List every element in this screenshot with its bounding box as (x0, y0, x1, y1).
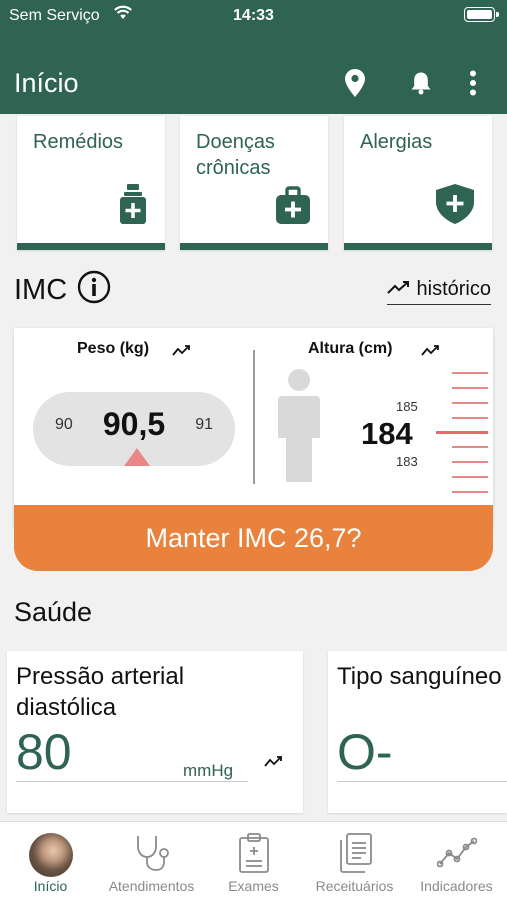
stethoscope-icon (132, 833, 172, 878)
pressao-arterial-card[interactable]: Pressão arterial diastólica 80 mmHg (7, 651, 303, 813)
ruler-tick (452, 476, 488, 478)
nav-indicadores[interactable]: Indicadores (406, 822, 507, 900)
imc-title: IMC (14, 274, 68, 306)
bell-icon[interactable] (405, 66, 437, 100)
ruler-tick (452, 446, 488, 448)
card-value: O- (337, 724, 393, 780)
card-label: Doenças crônicas (196, 131, 275, 179)
nav-label: Indicadores (420, 878, 493, 894)
historico-link[interactable]: histórico (386, 278, 491, 305)
person-silhouette-icon (276, 368, 322, 489)
page-title: Início (14, 68, 79, 98)
ruler-tick (452, 387, 488, 389)
card-label: Remédios (33, 131, 124, 153)
card-label: Alergias (360, 131, 433, 153)
imc-card: Peso (kg) 90 90,5 91 Altura (cm) 185 184… (14, 328, 493, 528)
pressao-trend-icon[interactable] (264, 755, 282, 773)
first-aid-kit-icon (276, 186, 310, 229)
location-pin-icon[interactable] (339, 66, 371, 100)
clipboard-icon (238, 832, 270, 878)
nav-receituarios[interactable]: Receituários (304, 822, 405, 900)
nav-atendimentos[interactable]: Atendimentos (101, 822, 202, 900)
divider (253, 350, 255, 484)
medicine-bottle-icon (119, 184, 147, 229)
info-icon[interactable] (77, 270, 111, 309)
nav-inicio[interactable]: Início (0, 822, 101, 900)
altura-next-value: 183 (396, 454, 418, 469)
ruler-tick (452, 372, 488, 374)
altura-value: 184 (361, 416, 413, 451)
peso-trend-icon[interactable] (172, 344, 190, 362)
doencas-cronicas-card[interactable]: Doenças crônicas (180, 116, 328, 250)
card-title: Pressão arterial diastólica (16, 663, 185, 721)
tipo-sanguineo-card[interactable]: Tipo sanguíneo O- (328, 651, 507, 813)
ruler-marker (436, 431, 488, 434)
altura-prev-value: 185 (396, 399, 418, 414)
battery-icon (464, 7, 499, 22)
peso-marker (124, 448, 150, 466)
documents-icon (337, 832, 373, 878)
line-chart-icon (436, 837, 477, 874)
manter-imc-button[interactable]: Manter IMC 26,7? (14, 505, 493, 571)
trend-icon (386, 278, 409, 301)
shield-plus-icon (436, 184, 474, 229)
altura-label: Altura (cm) (308, 340, 393, 357)
nav-label: Receituários (315, 878, 394, 894)
bottom-nav: Início Atendimentos Exames Receituários … (0, 821, 507, 900)
status-time: 14:33 (233, 7, 274, 24)
nav-label: Exames (228, 878, 279, 894)
status-bar: Sem Serviço 14:33 (0, 0, 507, 32)
altura-ruler[interactable] (436, 372, 490, 502)
saude-title: Saúde (14, 597, 93, 627)
app-bar: Sem Serviço 14:33 Início (0, 0, 507, 114)
avatar (28, 833, 73, 877)
unit-label: mmHg (183, 761, 234, 780)
value-underline (16, 781, 248, 782)
ruler-tick (452, 461, 488, 463)
alergias-card[interactable]: Alergias (344, 116, 492, 250)
altura-trend-icon[interactable] (421, 344, 439, 362)
nav-label: Atendimentos (108, 878, 195, 894)
historico-label: histórico (416, 278, 491, 300)
ruler-tick (452, 402, 488, 404)
peso-picker[interactable]: 90 90,5 91 (33, 392, 235, 466)
more-vertical-icon[interactable] (457, 66, 489, 100)
remedios-card[interactable]: Remédios (17, 116, 165, 250)
nav-exames[interactable]: Exames (203, 822, 304, 900)
nav-label: Início (33, 878, 68, 894)
ruler-tick (452, 491, 488, 493)
peso-label: Peso (kg) (77, 340, 150, 357)
card-title: Tipo sanguíneo (337, 663, 502, 690)
card-value: 80 (16, 724, 72, 780)
ruler-tick (452, 417, 488, 419)
value-underline (337, 781, 507, 782)
peso-next-value: 91 (195, 416, 213, 433)
